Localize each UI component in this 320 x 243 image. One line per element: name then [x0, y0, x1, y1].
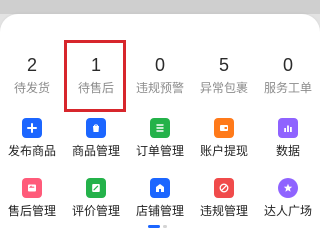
page-dot-active [148, 225, 160, 228]
star-icon [278, 178, 298, 198]
menu-label: 账户提现 [199, 144, 248, 158]
menu-review-management[interactable]: 评价管理 [64, 170, 128, 230]
wallet-icon [214, 118, 234, 138]
top-faded-area [0, 0, 320, 14]
stat-label: 违规预警 [135, 81, 184, 95]
warning-icon [214, 178, 234, 198]
publish-product-icon [22, 118, 42, 138]
stats-row: 2 待发货 1 待售后 0 违规预警 5 异常包裹 0 服务工单 [0, 14, 320, 112]
stat-label: 异常包裹 [199, 81, 248, 95]
store-icon [150, 178, 170, 198]
page-dot [163, 225, 167, 228]
menu-grid: 发布商品 商品管理 订单管理 账户提现 数据 售后管理 评价管理 店铺管理 违规… [0, 110, 320, 236]
bar-chart-icon [278, 118, 298, 138]
menu-aftersale-management[interactable]: 售后管理 [0, 170, 64, 230]
stat-service-ticket[interactable]: 0 服务工单 [256, 14, 320, 112]
page-indicator [148, 225, 167, 228]
return-icon [22, 178, 42, 198]
menu-label: 评价管理 [71, 204, 120, 218]
menu-label: 违规管理 [199, 204, 248, 218]
menu-violation-management[interactable]: 违规管理 [192, 170, 256, 230]
edit-icon [86, 178, 106, 198]
menu-store-management[interactable]: 店铺管理 [128, 170, 192, 230]
menu-product-management[interactable]: 商品管理 [64, 110, 128, 170]
stat-label: 服务工单 [263, 81, 312, 95]
menu-account-withdraw[interactable]: 账户提现 [192, 110, 256, 170]
menu-data[interactable]: 数据 [256, 110, 320, 170]
menu-publish-product[interactable]: 发布商品 [0, 110, 64, 170]
menu-order-management[interactable]: 订单管理 [128, 110, 192, 170]
menu-label: 数据 [275, 144, 300, 158]
menu-label: 达人广场 [263, 204, 312, 218]
stat-value: 0 [154, 55, 165, 75]
highlight-box [64, 40, 126, 112]
menu-label: 售后管理 [7, 204, 56, 218]
stat-value: 2 [26, 55, 37, 75]
stat-violation-warning[interactable]: 0 违规预警 [128, 14, 192, 112]
shopping-bag-icon [86, 118, 106, 138]
seller-dashboard-card: 2 待发货 1 待售后 0 违规预警 5 异常包裹 0 服务工单 发布商品 商品… [0, 14, 320, 243]
stat-value: 5 [218, 55, 229, 75]
menu-label: 店铺管理 [135, 204, 184, 218]
menu-label: 发布商品 [7, 144, 56, 158]
stat-pending-shipment[interactable]: 2 待发货 [0, 14, 64, 112]
stat-label: 待发货 [13, 81, 50, 95]
order-list-icon [150, 118, 170, 138]
stat-abnormal-package[interactable]: 5 异常包裹 [192, 14, 256, 112]
menu-talent-square[interactable]: 达人广场 [256, 170, 320, 230]
menu-label: 订单管理 [135, 144, 184, 158]
stat-value: 0 [282, 55, 293, 75]
menu-label: 商品管理 [71, 144, 120, 158]
